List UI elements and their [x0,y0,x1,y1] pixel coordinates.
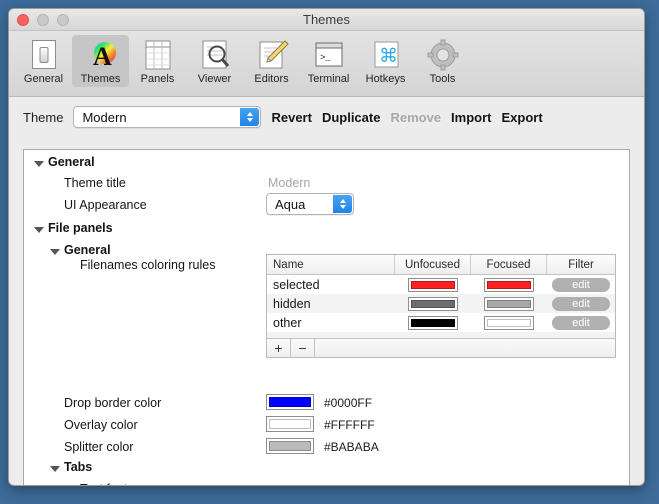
disclosure-tabs-icon[interactable] [50,466,60,472]
table-row[interactable]: hidden edit [267,294,615,313]
revert-button[interactable]: Revert [271,110,311,125]
hotkeys-icon: ⌘ [369,38,403,72]
svg-text:⌘: ⌘ [379,46,398,67]
column-header-filter[interactable]: Filter [547,255,615,274]
toolbar-label: Hotkeys [365,73,406,85]
focused-color-well[interactable] [484,296,534,311]
toolbar-item-viewer[interactable]: Viewer [186,35,243,87]
column-header-name[interactable]: Name [267,255,395,274]
drop-border-hex: #0000FF [324,396,373,410]
tools-icon [426,38,460,72]
table-header: Name Unfocused Focused Filter [267,255,615,275]
export-button[interactable]: Export [501,110,542,125]
tree-item-filenames-coloring: Filenames coloring rules [80,258,216,272]
toolbar-label: Panels [140,73,175,85]
filenames-coloring-rules-table[interactable]: Name Unfocused Focused Filter selected e… [266,254,616,358]
toolbar-item-tools[interactable]: Tools [414,35,471,87]
duplicate-button[interactable]: Duplicate [322,110,381,125]
table-footer: + − [267,338,615,357]
toolbar-label: Tools [429,73,456,85]
unfocused-color-well[interactable] [408,296,458,311]
add-rule-button[interactable]: + [267,339,291,357]
tree-item-splitter-color: Splitter color [64,440,134,454]
theme-settings-panel[interactable]: General Theme title Modern UI Appearance… [23,149,630,485]
focused-color-well[interactable] [484,315,534,330]
toolbar-item-general[interactable]: General [15,35,72,87]
tree-group-general: General [48,155,95,169]
theme-select[interactable]: Modern [73,106,262,128]
splitter-color-well[interactable] [266,438,314,454]
toolbar-label: Themes [80,73,121,85]
toolbar-label: Terminal [307,73,350,85]
drop-border-color-well[interactable] [266,394,314,410]
toolbar-item-editors[interactable]: Editors [243,35,300,87]
rule-name: other [273,315,302,330]
tree-group-tabs: Tabs [64,460,93,474]
overlay-color-well[interactable] [266,416,314,432]
import-button[interactable]: Import [451,110,491,125]
remove-button: Remove [390,109,442,125]
tree-item-drop-border-color: Drop border color [64,396,162,410]
unfocused-color-well[interactable] [408,277,458,292]
toolbar-item-terminal[interactable]: >_ Terminal [300,35,357,87]
chevron-updown-icon [333,195,352,213]
edit-filter-button[interactable]: edit [552,296,610,311]
editors-icon [255,38,289,72]
window-title: Themes [303,12,350,27]
theme-select-value: Modern [82,109,127,125]
remove-rule-button[interactable]: − [291,339,315,357]
toolbar-label: Viewer [197,73,232,85]
terminal-icon: >_ [312,38,346,72]
disclosure-file-panels-general-icon[interactable] [50,249,60,255]
toolbar-item-themes[interactable]: A Themes [72,35,129,87]
table-row[interactable]: selected edit [267,275,615,294]
theme-toolbar: Theme Modern Revert Duplicate Remove Imp… [9,97,644,137]
window-titlebar: Themes [9,9,644,31]
splitter-hex: #BABABA [324,440,379,454]
toolbar-item-panels[interactable]: Panels [129,35,186,87]
chevron-updown-icon [240,108,260,126]
tree-item-overlay-color: Overlay color [64,418,138,432]
ui-appearance-value: Aqua [275,196,306,212]
viewer-icon [198,38,232,72]
rule-name: hidden [273,296,311,311]
general-icon [27,38,61,72]
tree-item-ui-appearance: UI Appearance [64,198,147,212]
theme-label: Theme [23,109,64,125]
toolbar: General A Themes Panels Viewer Editors >… [9,31,644,97]
table-row[interactable]: other edit [267,313,615,332]
tree-group-file-panels: File panels [48,221,113,235]
tree-item-text-font: Text font [80,482,127,485]
theme-title-value[interactable]: Modern [268,176,310,190]
svg-text:>_: >_ [320,53,331,63]
toolbar-label: Editors [254,73,289,85]
toolbar-label: General [23,73,64,85]
disclosure-file-panels-icon[interactable] [34,227,44,233]
tree-item-theme-title: Theme title [64,176,126,190]
edit-filter-button[interactable]: edit [552,277,610,292]
disclosure-general-icon[interactable] [34,161,44,167]
preferences-window: Themes General A Themes Panels Viewer Ed… [8,8,645,486]
column-header-unfocused[interactable]: Unfocused [395,255,471,274]
unfocused-color-well[interactable] [408,315,458,330]
svg-text:A: A [93,42,112,71]
ui-appearance-select[interactable]: Aqua [266,193,354,215]
rule-name: selected [273,277,320,292]
edit-filter-button[interactable]: edit [552,315,610,330]
column-header-focused[interactable]: Focused [471,255,547,274]
themes-icon: A [84,38,118,72]
focused-color-well[interactable] [484,277,534,292]
toolbar-item-hotkeys[interactable]: ⌘ Hotkeys [357,35,414,87]
panels-icon [141,38,175,72]
tree-group-file-panels-general: General [64,243,111,257]
overlay-hex: #FFFFFF [324,418,375,432]
